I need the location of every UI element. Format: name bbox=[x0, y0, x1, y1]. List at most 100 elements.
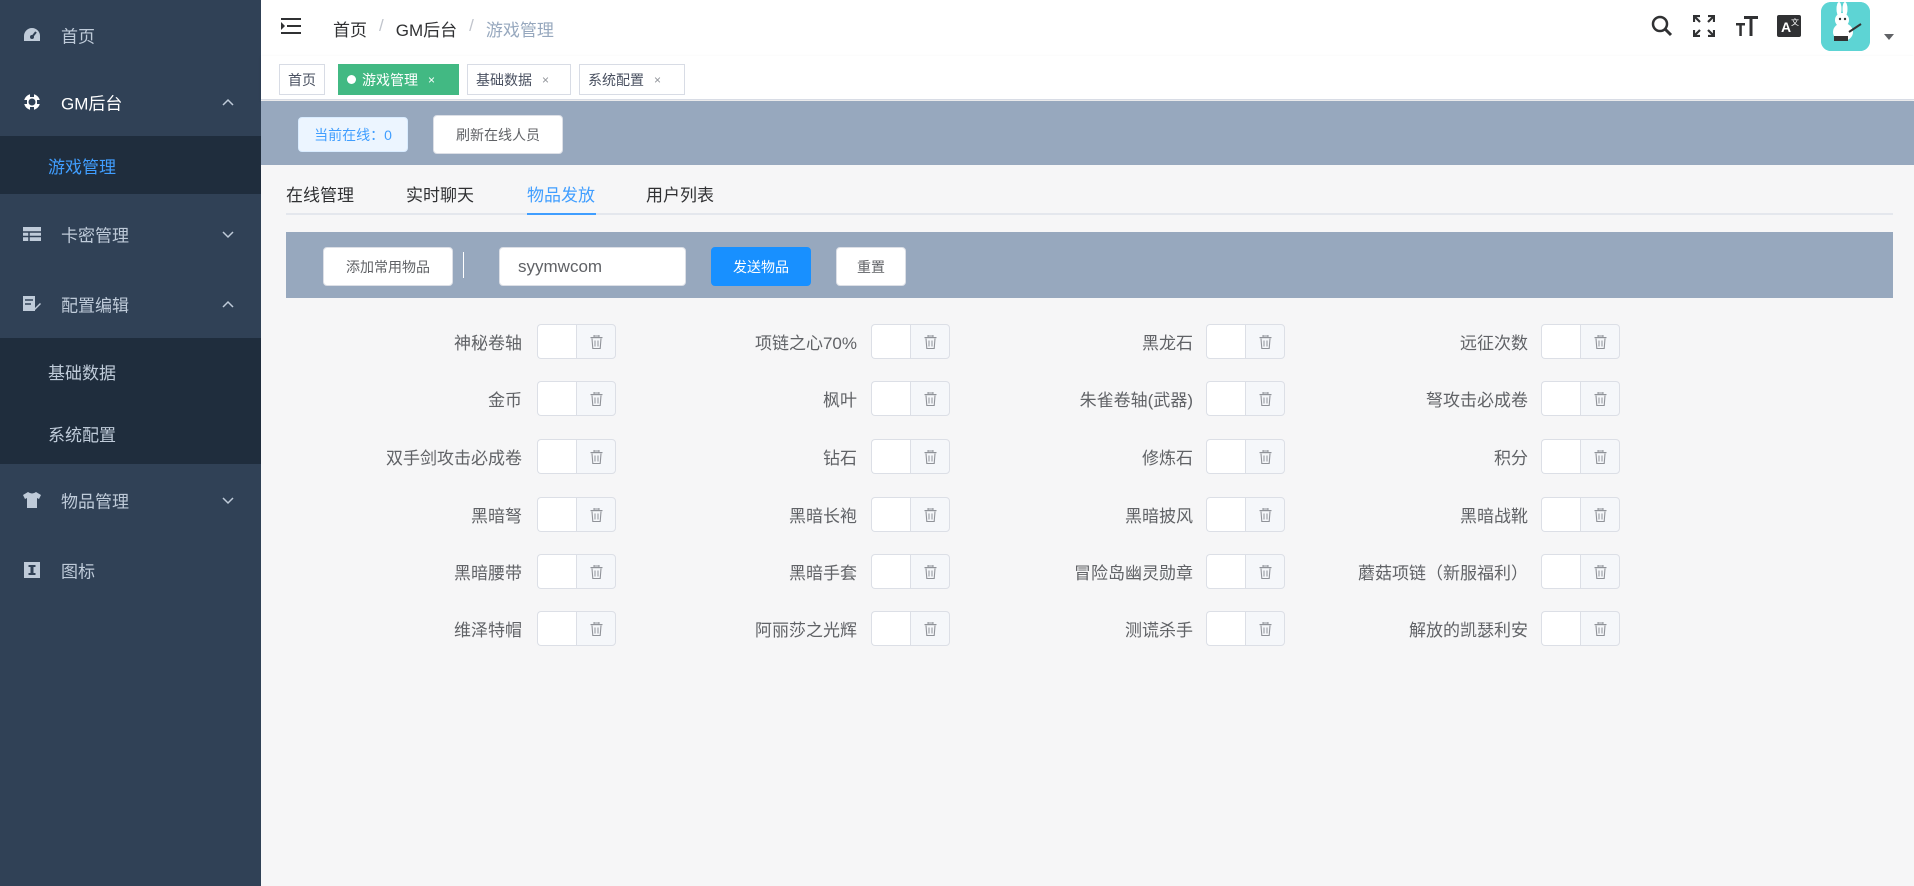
item-quantity-input[interactable] bbox=[1541, 324, 1580, 359]
item-quantity-input[interactable] bbox=[871, 611, 910, 646]
item-quantity-input[interactable] bbox=[871, 381, 910, 416]
item-quantity-input[interactable] bbox=[1206, 497, 1245, 532]
tag-system-config[interactable]: 系统配置 × bbox=[579, 64, 685, 95]
add-common-item-button[interactable]: 添加常用物品 bbox=[323, 247, 453, 286]
svg-text:A: A bbox=[1781, 19, 1791, 35]
trash-icon bbox=[590, 507, 602, 522]
online-count-badge: 当前在线：0 bbox=[298, 117, 408, 152]
item-label: 枫叶 bbox=[823, 391, 857, 410]
sidebar-item-base-data[interactable]: 基础数据 bbox=[0, 340, 261, 402]
target-user-input[interactable]: syymwcom bbox=[499, 247, 686, 286]
sidebar-item-system-config[interactable]: 系统配置 bbox=[0, 402, 261, 464]
item-quantity-input[interactable] bbox=[1541, 497, 1580, 532]
item-label: 钻石 bbox=[823, 449, 857, 468]
close-icon[interactable]: × bbox=[428, 73, 435, 87]
sidebar-item-icons[interactable]: 图标 bbox=[0, 535, 261, 604]
item-quantity-input[interactable] bbox=[537, 554, 576, 589]
item-label: 修炼石 bbox=[1142, 449, 1193, 468]
lifebuoy-icon bbox=[22, 92, 42, 112]
sidebar-item-gm[interactable]: GM后台 bbox=[0, 67, 261, 136]
item-quantity-input[interactable] bbox=[871, 439, 910, 474]
trash-icon bbox=[924, 449, 936, 464]
item-quantity-input[interactable] bbox=[537, 324, 576, 359]
chevron-up-icon bbox=[222, 300, 234, 308]
trash-icon bbox=[1594, 334, 1606, 349]
item-quantity-input[interactable] bbox=[871, 324, 910, 359]
item-label: 双手剑攻击必成卷 bbox=[386, 449, 522, 468]
sidebar-item-home[interactable]: 首页 bbox=[0, 0, 261, 69]
item-label: 解放的凯瑟利安 bbox=[1409, 621, 1528, 640]
breadcrumb-separator: / bbox=[469, 16, 474, 35]
item-label: 黑龙石 bbox=[1142, 334, 1193, 353]
delete-item-button[interactable] bbox=[1580, 439, 1620, 474]
item-quantity-input[interactable] bbox=[1541, 381, 1580, 416]
shirt-icon bbox=[22, 490, 42, 510]
translate-icon[interactable]: A文 bbox=[1777, 14, 1801, 38]
sidebar-item-label: 图标 bbox=[61, 562, 95, 581]
item-quantity-input[interactable] bbox=[537, 439, 576, 474]
trash-icon bbox=[1594, 621, 1606, 636]
item-label: 阿丽莎之光辉 bbox=[755, 621, 857, 640]
item-quantity-input[interactable] bbox=[1206, 324, 1245, 359]
item-quantity-input[interactable] bbox=[1206, 554, 1245, 589]
chevron-down-icon bbox=[222, 496, 234, 504]
send-items-button[interactable]: 发送物品 bbox=[711, 247, 811, 286]
sidebar-item-config[interactable]: 配置编辑 bbox=[0, 269, 261, 338]
item-quantity-input[interactable] bbox=[871, 497, 910, 532]
item-quantity-input[interactable] bbox=[537, 497, 576, 532]
tag-game-management[interactable]: 游戏管理 × bbox=[338, 64, 459, 95]
item-quantity-input[interactable] bbox=[537, 381, 576, 416]
delete-item-button[interactable] bbox=[1580, 611, 1620, 646]
item-quantity-input[interactable] bbox=[1206, 611, 1245, 646]
sidebar-item-items[interactable]: 物品管理 bbox=[0, 465, 261, 534]
item-quantity-input[interactable] bbox=[1206, 381, 1245, 416]
trash-icon bbox=[924, 564, 936, 579]
trash-icon bbox=[1259, 507, 1271, 522]
item-label: 弩攻击必成卷 bbox=[1426, 391, 1528, 410]
tab-online-management[interactable]: 在线管理 bbox=[286, 181, 354, 206]
sidebar-item-label: 物品管理 bbox=[61, 492, 129, 511]
sidebar: 首页 GM后台 游戏管理 卡密管理 配置编辑 基础数据 系统配置 物品管理 图标 bbox=[0, 0, 261, 886]
tag-label: 首页 bbox=[288, 71, 316, 88]
icon-icon bbox=[22, 560, 42, 580]
item-label: 项链之心70% bbox=[754, 334, 857, 353]
item-quantity-input[interactable] bbox=[1206, 439, 1245, 474]
breadcrumb-separator: / bbox=[379, 16, 384, 35]
item-label: 冒险岛幽灵勋章 bbox=[1074, 564, 1193, 583]
caret-down-icon[interactable] bbox=[1884, 34, 1894, 40]
sidebar-item-card[interactable]: 卡密管理 bbox=[0, 199, 261, 268]
delete-item-button[interactable] bbox=[1580, 381, 1620, 416]
breadcrumb-item-home[interactable]: 首页 bbox=[333, 16, 367, 41]
reset-button[interactable]: 重置 bbox=[836, 247, 906, 286]
item-label: 黑暗腰带 bbox=[454, 564, 522, 583]
delete-item-button[interactable] bbox=[1580, 497, 1620, 532]
item-quantity-input[interactable] bbox=[871, 554, 910, 589]
refresh-online-button[interactable]: 刷新在线人员 bbox=[433, 115, 563, 154]
font-size-icon[interactable] bbox=[1735, 14, 1759, 38]
delete-item-button[interactable] bbox=[1580, 554, 1620, 589]
trash-icon bbox=[590, 391, 602, 406]
sidebar-item-game-management[interactable]: 游戏管理 bbox=[0, 136, 261, 194]
close-icon[interactable]: × bbox=[542, 73, 549, 87]
tab-live-chat[interactable]: 实时聊天 bbox=[406, 181, 474, 206]
hamburger-icon[interactable] bbox=[281, 16, 303, 36]
tag-label: 系统配置 bbox=[588, 71, 644, 88]
tab-item-distribution[interactable]: 物品发放 bbox=[527, 181, 595, 206]
item-quantity-input[interactable] bbox=[537, 611, 576, 646]
item-quantity-input[interactable] bbox=[1541, 611, 1580, 646]
search-icon[interactable] bbox=[1650, 14, 1674, 38]
trash-icon bbox=[590, 334, 602, 349]
avatar[interactable] bbox=[1821, 2, 1870, 51]
tag-home[interactable]: 首页 bbox=[279, 64, 325, 95]
item-label: 黑暗长袍 bbox=[789, 507, 857, 526]
breadcrumb-item-gm[interactable]: GM后台 bbox=[396, 16, 457, 41]
tag-base-data[interactable]: 基础数据 × bbox=[467, 64, 571, 95]
delete-item-button[interactable] bbox=[1580, 324, 1620, 359]
tab-user-list[interactable]: 用户列表 bbox=[646, 181, 714, 206]
item-quantity-input[interactable] bbox=[1541, 554, 1580, 589]
close-icon[interactable]: × bbox=[654, 73, 661, 87]
item-quantity-input[interactable] bbox=[1541, 439, 1580, 474]
fullscreen-icon[interactable] bbox=[1692, 14, 1716, 38]
item-label: 远征次数 bbox=[1460, 334, 1528, 353]
item-label: 积分 bbox=[1494, 449, 1528, 468]
